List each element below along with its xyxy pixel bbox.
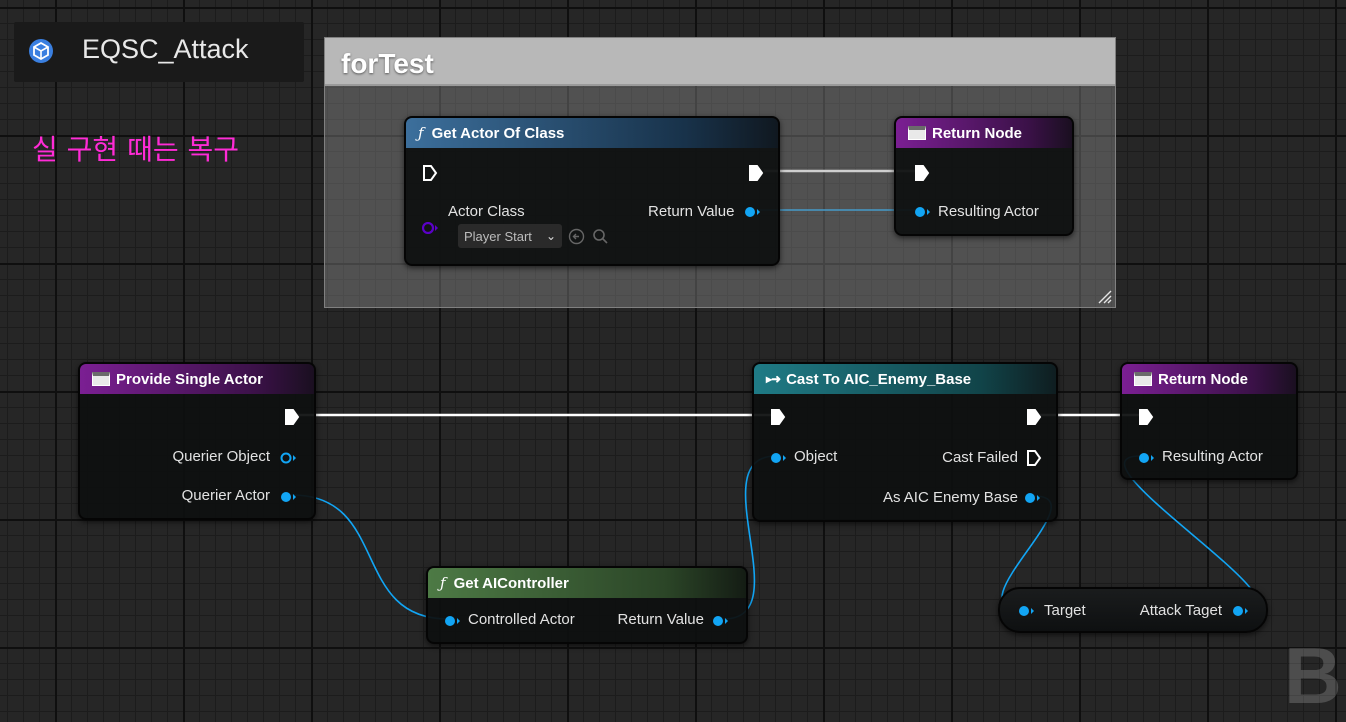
node-return-node-test[interactable]: Return Node Resulting Actor — [894, 116, 1074, 236]
attack-taget-label: Attack Taget — [1139, 602, 1222, 619]
browse-search-icon[interactable] — [592, 228, 609, 245]
as-aic-enemy-base-label: As AIC Enemy Base — [882, 489, 1018, 506]
resulting-actor-label: Resulting Actor — [1162, 448, 1263, 465]
target-pin[interactable] — [1018, 605, 1036, 617]
resulting-actor-label: Resulting Actor — [938, 203, 1039, 220]
controlled-actor-label: Controlled Actor — [468, 611, 575, 628]
blueprint-cube-icon — [29, 39, 53, 63]
exec-out-pin[interactable] — [284, 408, 300, 426]
resize-grip-icon[interactable] — [1096, 288, 1112, 304]
resulting-actor-pin[interactable] — [914, 206, 932, 218]
node-title: Get Actor Of Class — [431, 124, 565, 142]
graph-title: EQSC_Attack — [82, 34, 249, 64]
actor-class-label: Actor Class — [448, 203, 525, 220]
return-value-label: Return Value — [648, 203, 735, 220]
return-value-pin[interactable] — [744, 206, 762, 218]
exec-out-pin[interactable] — [1026, 408, 1042, 426]
exec-in-pin[interactable] — [914, 164, 930, 182]
function-icon: ƒ — [440, 574, 446, 592]
cast-icon: ▸➜ — [766, 372, 781, 386]
comment-box-title[interactable]: forTest — [325, 38, 1115, 86]
node-return-node-main[interactable]: Return Node Resulting Actor — [1120, 362, 1298, 480]
return-node-icon — [908, 126, 926, 140]
return-value-label: Return Value — [617, 611, 704, 628]
exec-in-pin[interactable] — [770, 408, 786, 426]
function-icon: ƒ — [418, 124, 424, 142]
actor-class-dropdown[interactable]: Player Start ⌄ — [458, 224, 562, 248]
return-node-icon — [1134, 372, 1152, 386]
exec-in-pin[interactable] — [422, 164, 438, 182]
querier-actor-label: Querier Actor — [181, 487, 270, 504]
exec-out-pin[interactable] — [748, 164, 764, 182]
querier-actor-pin[interactable] — [280, 491, 298, 503]
return-value-pin[interactable] — [712, 615, 730, 627]
node-get-ai-controller[interactable]: ƒ Get AIController Controlled Actor Retu… — [426, 566, 748, 644]
querier-object-pin[interactable] — [280, 452, 298, 464]
comment-note-text[interactable]: 실 구현 때는 복구 — [32, 128, 239, 168]
chevron-down-icon: ⌄ — [545, 229, 556, 243]
node-title: Return Node — [1158, 370, 1248, 388]
target-label: Target — [1044, 602, 1086, 619]
actor-class-pin[interactable] — [422, 222, 440, 234]
node-title: Return Node — [932, 124, 1022, 142]
as-aic-enemy-base-pin[interactable] — [1024, 492, 1042, 504]
node-get-attack-taget[interactable]: Target Attack Taget — [998, 587, 1268, 633]
node-title: Get AIController — [453, 574, 569, 592]
object-pin[interactable] — [770, 452, 788, 464]
use-selected-icon[interactable] — [568, 228, 585, 245]
function-entry-icon — [92, 372, 110, 386]
cast-failed-label: Cast Failed — [942, 449, 1018, 466]
attack-taget-pin[interactable] — [1232, 605, 1250, 617]
node-provide-single-actor[interactable]: Provide Single Actor Querier Object Quer… — [78, 362, 316, 520]
resulting-actor-pin[interactable] — [1138, 452, 1156, 464]
blueprint-watermark: BI — [1284, 631, 1346, 720]
exec-in-pin[interactable] — [1138, 408, 1154, 426]
controlled-actor-pin[interactable] — [444, 615, 462, 627]
node-title: Provide Single Actor — [116, 370, 263, 388]
node-get-actor-of-class[interactable]: ƒ Get Actor Of Class Actor Class Player … — [404, 116, 780, 266]
graph-title-plate: EQSC_Attack — [14, 22, 304, 82]
node-title: Cast To AIC_Enemy_Base — [786, 370, 972, 388]
cast-failed-pin[interactable] — [1026, 449, 1042, 467]
node-cast-to-aic-enemy-base[interactable]: ▸➜ Cast To AIC_Enemy_Base Object Cast Fa… — [752, 362, 1058, 522]
querier-object-label: Querier Object — [172, 448, 270, 465]
object-label: Object — [794, 448, 838, 465]
